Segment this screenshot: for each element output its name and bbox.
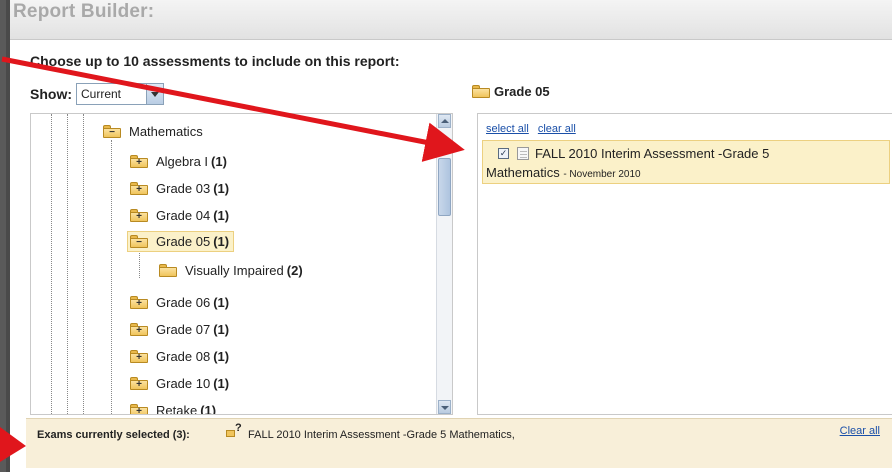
report-builder-frame: Report Builder: Choose up to 10 assessme… — [6, 0, 892, 472]
tree-item-count: (1) — [213, 376, 230, 391]
tree-item-grade-10[interactable]: + Grade 10 (1) — [130, 376, 229, 391]
folder-collapse-icon[interactable]: − — [130, 235, 148, 248]
selected-folder-header: Grade 05 — [472, 84, 550, 99]
instruction-text: Choose up to 10 assessments to include o… — [30, 53, 400, 69]
assessment-checkbox[interactable]: ✓ — [498, 148, 509, 159]
tree-item-grade-08[interactable]: + Grade 08 (1) — [130, 349, 229, 364]
document-icon — [517, 147, 529, 160]
tree-item-label: Grade 04 — [156, 208, 211, 223]
tree-item-retake[interactable]: + Retake (1) — [130, 403, 217, 415]
page-title: Report Builder: — [13, 1, 155, 22]
assessment-date: - November 2010 — [563, 169, 641, 180]
tree-item-count: (2) — [286, 263, 303, 278]
tree-item-count: (1) — [213, 349, 230, 364]
folder-tree: − Mathematics + Algebra I (1) + Grade 03… — [30, 113, 453, 415]
tree-item-label: Retake — [156, 403, 198, 415]
folder-help-icon[interactable]: ? — [226, 422, 244, 439]
assessment-subject-line: Mathematics - November 2010 — [486, 165, 641, 180]
tree-item-label: Mathematics — [129, 124, 203, 139]
tree-item-label: Grade 03 — [156, 181, 211, 196]
scroll-up-icon[interactable] — [438, 114, 451, 128]
folder-expand-icon[interactable]: + — [130, 296, 148, 309]
folder-expand-icon[interactable]: + — [130, 155, 148, 168]
tree-item-count: (1) — [213, 322, 230, 337]
title-bar: Report Builder: — [10, 0, 892, 40]
tree-item-count: (1) — [211, 154, 227, 169]
assessment-title: FALL 2010 Interim Assessment -Grade 5 — [535, 146, 770, 161]
clear-all-link[interactable]: clear all — [538, 123, 576, 135]
tree-item-visually-impaired[interactable]: Visually Impaired (2) — [159, 263, 303, 278]
folder-expand-icon[interactable]: + — [130, 404, 148, 414]
assessment-row[interactable]: ✓ FALL 2010 Interim Assessment -Grade 5 … — [482, 140, 890, 184]
show-label: Show: — [30, 86, 72, 102]
chevron-down-icon[interactable] — [146, 84, 163, 104]
tree-item-label: Grade 10 — [156, 376, 211, 391]
tree-item-count: (1) — [200, 403, 217, 415]
tree-item-grade-07[interactable]: + Grade 07 (1) — [130, 322, 229, 337]
tree-connector-line — [111, 140, 112, 414]
clear-selection-link[interactable]: Clear all — [840, 425, 880, 437]
tree-item-count: (1) — [213, 181, 230, 196]
selection-links: select all clear all — [486, 123, 582, 135]
assessment-subject: Mathematics — [486, 165, 560, 180]
assessment-list-panel: select all clear all ✓ FALL 2010 Interim… — [477, 113, 892, 415]
folder-icon — [159, 264, 177, 277]
tree-item-mathematics[interactable]: − Mathematics — [103, 124, 203, 139]
tree-item-grade-05[interactable]: − Grade 05 (1) — [127, 231, 235, 252]
tree-connector-line — [139, 248, 140, 278]
tree-item-grade-06[interactable]: + Grade 06 (1) — [130, 295, 229, 310]
folder-expand-icon[interactable]: + — [130, 209, 148, 222]
tree-item-label: Grade 06 — [156, 295, 211, 310]
tree-item-grade-03[interactable]: + Grade 03 (1) — [130, 181, 229, 196]
selected-exams-label: Exams currently selected (3): — [37, 429, 190, 441]
tree-item-algebra-1[interactable]: + Algebra I (1) — [130, 154, 227, 169]
folder-expand-icon[interactable]: + — [130, 182, 148, 195]
selected-exams-bar: Exams currently selected (3): ? FALL 201… — [26, 418, 892, 468]
tree-item-label: Visually Impaired — [185, 263, 284, 278]
show-select-value: Current — [81, 87, 122, 101]
folder-expand-icon[interactable]: + — [130, 350, 148, 363]
tree-item-label: Algebra I — [156, 154, 209, 169]
tree-item-label: Grade 05 — [156, 234, 211, 249]
tree-item-count: (1) — [213, 295, 230, 310]
scroll-thumb[interactable] — [438, 158, 451, 216]
show-filter: Show: Current — [30, 82, 164, 106]
folder-expand-icon[interactable]: + — [130, 323, 148, 336]
tree-item-label: Grade 07 — [156, 322, 211, 337]
selected-folder-label: Grade 05 — [494, 84, 550, 99]
folder-icon — [472, 85, 490, 98]
folder-collapse-icon[interactable]: − — [103, 125, 121, 138]
tree-item-label: Grade 08 — [156, 349, 211, 364]
tree-connector-line — [51, 114, 52, 414]
tree-item-grade-04[interactable]: + Grade 04 (1) — [130, 208, 229, 223]
selected-exams-list: FALL 2010 Interim Assessment -Grade 5 Ma… — [248, 429, 515, 441]
show-select[interactable]: Current — [76, 83, 164, 105]
select-all-link[interactable]: select all — [486, 123, 529, 135]
tree-connector-line — [83, 114, 84, 414]
tree-item-count: (1) — [213, 208, 230, 223]
tree-connector-line — [67, 114, 68, 414]
scroll-down-icon[interactable] — [438, 400, 451, 414]
tree-item-count: (1) — [213, 234, 230, 249]
folder-expand-icon[interactable]: + — [130, 377, 148, 390]
tree-scrollbar[interactable] — [436, 114, 452, 414]
